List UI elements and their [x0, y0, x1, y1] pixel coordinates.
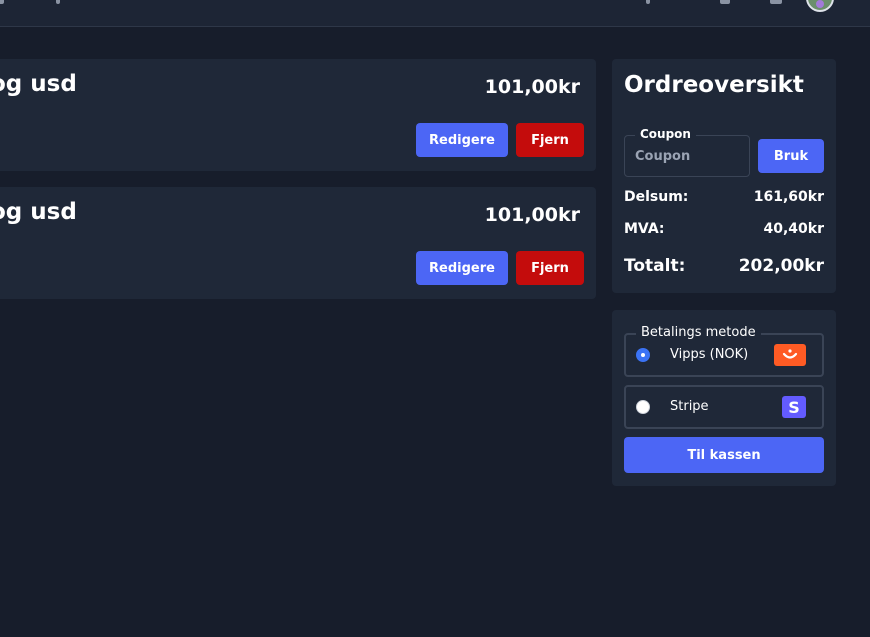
- nav-fragment: [646, 0, 650, 4]
- payment-option-label: Vipps (NOK): [670, 347, 749, 362]
- remove-button[interactable]: Fjern: [516, 251, 584, 285]
- item-price: 101,00kr: [484, 204, 580, 226]
- vat-label: MVA:: [624, 221, 665, 237]
- edit-button[interactable]: Redigere: [416, 123, 508, 157]
- payment-option-vipps[interactable]: Betalings metode Vipps (NOK): [624, 325, 824, 377]
- total-label: Totalt:: [624, 256, 686, 276]
- cart-item: og usd 101,00kr Redigere Fjern: [0, 187, 596, 299]
- checkout-button[interactable]: Til kassen: [624, 437, 824, 473]
- nav-fragment: [0, 0, 4, 4]
- order-summary: Ordreoversikt Coupon Bruk Delsum: 161,60…: [612, 59, 836, 293]
- vat-value: 40,40kr: [763, 221, 825, 237]
- coupon-field: Coupon: [624, 127, 750, 177]
- subtotal-label: Delsum:: [624, 189, 689, 205]
- payment-legend: Betalings metode: [636, 325, 761, 340]
- item-title: og usd: [0, 71, 77, 97]
- item-price: 101,00kr: [484, 76, 580, 98]
- nav-fragment: [720, 0, 730, 4]
- nav-fragment: [770, 0, 782, 4]
- stripe-logo-icon: S: [782, 396, 806, 418]
- vipps-logo-icon: [774, 344, 806, 366]
- coupon-input[interactable]: [626, 142, 746, 170]
- summary-title: Ordreoversikt: [624, 72, 804, 98]
- apply-coupon-button[interactable]: Bruk: [758, 139, 824, 173]
- payment-method-panel: Betalings metode Vipps (NOK) Stripe S Ti…: [612, 310, 836, 486]
- coupon-legend: Coupon: [635, 127, 696, 141]
- total-value: 202,00kr: [738, 256, 824, 276]
- payment-option-label: Stripe: [670, 399, 709, 414]
- total-row: Totalt: 202,00kr: [624, 256, 824, 276]
- top-navigation-bar: [0, 0, 870, 27]
- subtotal-row: Delsum: 161,60kr: [624, 189, 824, 205]
- subtotal-value: 161,60kr: [753, 189, 824, 205]
- vipps-radio[interactable]: [636, 348, 650, 362]
- avatar[interactable]: [806, 0, 834, 12]
- cart-item: og usd 101,00kr Redigere Fjern: [0, 59, 596, 171]
- vat-row: MVA: 40,40kr: [624, 221, 824, 237]
- item-title: og usd: [0, 199, 77, 225]
- nav-fragment: [56, 0, 60, 4]
- edit-button[interactable]: Redigere: [416, 251, 508, 285]
- payment-option-stripe[interactable]: Stripe S: [624, 385, 824, 429]
- stripe-radio[interactable]: [636, 400, 650, 414]
- remove-button[interactable]: Fjern: [516, 123, 584, 157]
